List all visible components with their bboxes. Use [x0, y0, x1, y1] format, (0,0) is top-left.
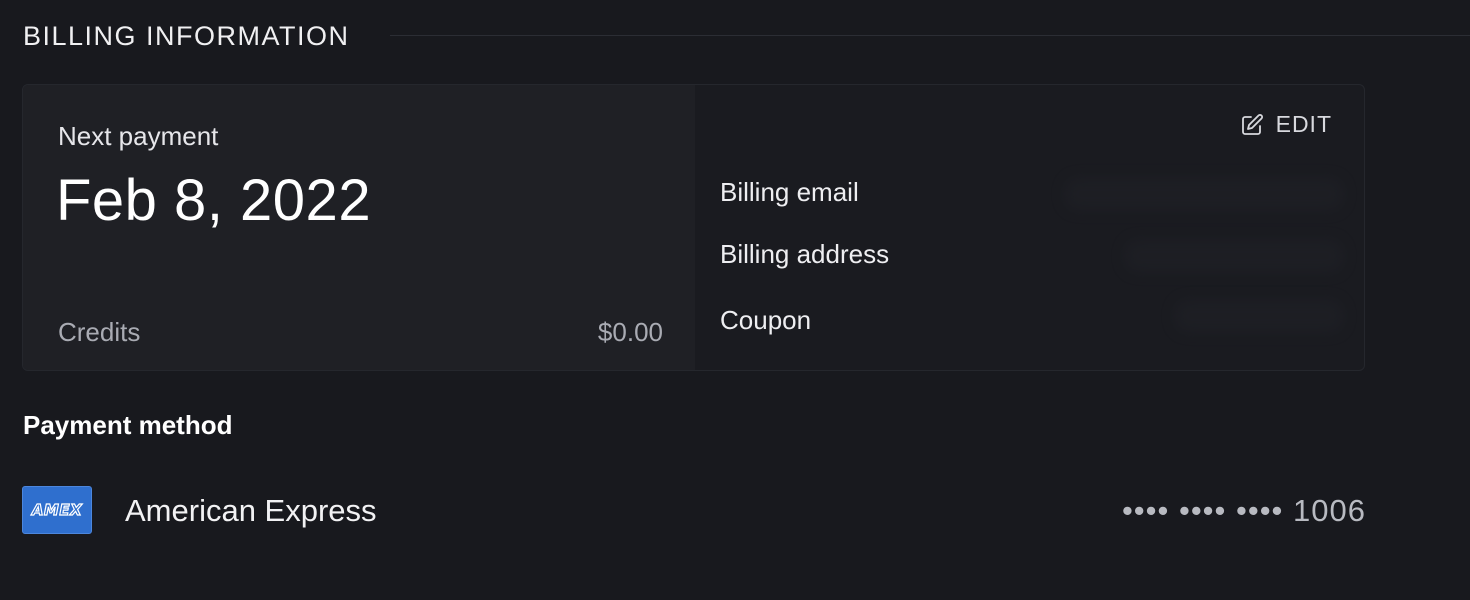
- amex-card-icon: AMEX: [22, 486, 92, 534]
- billing-address-value: [1124, 239, 1344, 273]
- next-payment-date: Feb 8, 2022: [56, 168, 372, 233]
- card-masked-number: •••• •••• •••• 1006: [1121, 493, 1366, 528]
- section-title: BILLING INFORMATION: [23, 20, 350, 51]
- edit-label: EDIT: [1275, 111, 1332, 137]
- billing-email-label: Billing email: [720, 177, 859, 207]
- billing-card: Next payment Feb 8, 2022 Credits $0.00 E…: [22, 84, 1365, 371]
- credits-value: $0.00: [597, 317, 663, 347]
- coupon-label: Coupon: [720, 305, 812, 335]
- section-divider: [390, 35, 1470, 36]
- next-payment-label: Next payment: [58, 121, 219, 151]
- payment-method-title: Payment method: [23, 410, 233, 440]
- billing-address-label: Billing address: [720, 239, 890, 269]
- amex-logo-text: AMEX: [31, 500, 83, 519]
- edit-button[interactable]: EDIT: [1240, 111, 1332, 138]
- card-brand: American Express: [125, 493, 377, 528]
- next-payment-panel: Next payment Feb 8, 2022 Credits $0.00: [23, 85, 695, 370]
- payment-method-row[interactable]: AMEX American Express •••• •••• •••• 100…: [22, 485, 1366, 535]
- billing-details-panel: EDIT Billing email Billing address Coupo…: [695, 85, 1364, 370]
- billing-email-value: [1064, 177, 1344, 211]
- credits-label: Credits: [58, 317, 141, 347]
- coupon-value: [1174, 299, 1344, 333]
- edit-icon: [1240, 113, 1264, 137]
- billing-section-header: BILLING INFORMATION: [23, 18, 1470, 54]
